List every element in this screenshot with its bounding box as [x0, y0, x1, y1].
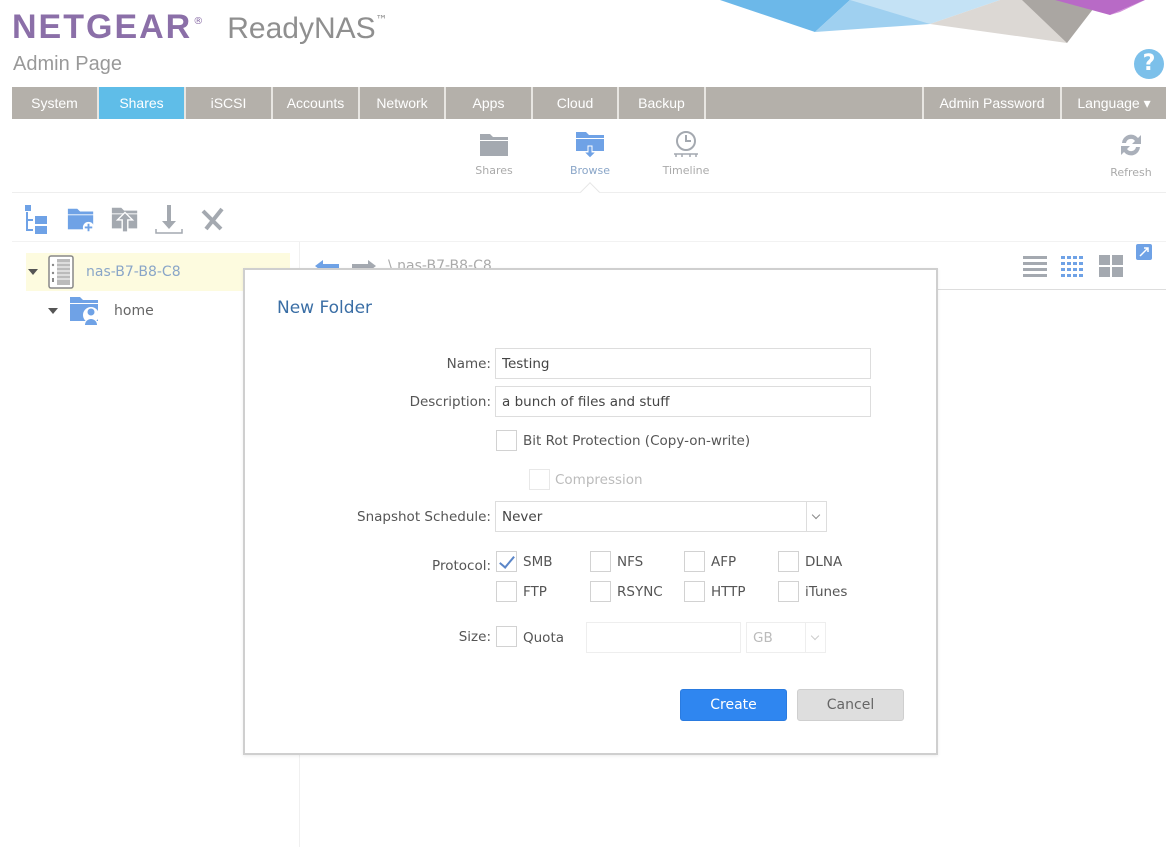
quota-unit-select[interactable]: GB	[746, 622, 826, 653]
tree-node-home[interactable]: home	[48, 294, 154, 328]
new-folder-dialog: New Folder Name: Description: Bit Rot Pr…	[243, 268, 938, 755]
chevron-down-icon	[806, 502, 826, 531]
protocol-afp-checkbox[interactable]	[684, 551, 705, 572]
product-trademark: ™	[375, 13, 388, 27]
protocol-nfs-checkbox[interactable]	[590, 551, 611, 572]
delete-icon	[201, 207, 224, 231]
tree-view-button[interactable]	[22, 203, 52, 235]
upload-button[interactable]	[110, 203, 140, 235]
nav-tab-system[interactable]: System	[12, 87, 99, 119]
browse-folder-icon	[576, 132, 604, 159]
dialog-title: New Folder	[277, 298, 373, 318]
protocol-itunes-checkbox[interactable]	[778, 581, 799, 602]
refresh-button[interactable]: Refresh	[1086, 130, 1170, 179]
protocol-ftp-label: FTP	[523, 584, 547, 600]
protocol-smb-checkbox[interactable]	[496, 551, 517, 572]
quota-size-input[interactable]	[586, 622, 741, 653]
product-name: ReadyNAS	[227, 12, 376, 45]
quota-checkbox[interactable]	[496, 626, 517, 647]
create-button[interactable]: Create	[680, 689, 787, 721]
protocol-dlna-label: DLNA	[805, 554, 843, 570]
brand-registered-mark: ®	[193, 16, 204, 27]
protocol-dlna-checkbox[interactable]	[778, 551, 799, 572]
main-nav: System Shares iSCSI Accounts Network App…	[12, 87, 1166, 119]
home-folder-icon	[70, 297, 99, 325]
protocol-nfs-label: NFS	[617, 554, 644, 570]
protocol-ftp-checkbox[interactable]	[496, 581, 517, 602]
subnav-shares[interactable]: Shares	[449, 130, 539, 177]
protocol-smb-label: SMB	[523, 554, 553, 570]
nav-tab-shares[interactable]: Shares	[99, 87, 186, 119]
expand-window-icon[interactable]	[1136, 244, 1152, 260]
upload-icon	[111, 207, 138, 233]
folder-icon	[480, 134, 508, 156]
list-view-icon[interactable]	[1022, 254, 1048, 278]
new-folder-icon	[67, 208, 95, 234]
protocol-rsync-label: RSYNC	[617, 584, 663, 600]
refresh-icon	[1121, 134, 1141, 156]
bitrot-checkbox[interactable]	[496, 430, 517, 451]
nav-tab-admin-password[interactable]: Admin Password	[924, 87, 1062, 119]
download-button[interactable]	[154, 203, 184, 235]
brand-name: NETGEAR	[12, 8, 193, 46]
brand-logo: NETGEAR ® ReadyNAS ™	[12, 8, 388, 47]
browse-toolbar	[22, 203, 228, 235]
subnav-browse-label: Browse	[569, 164, 611, 177]
active-subnav-pointer	[580, 182, 600, 202]
size-label: Size:	[458, 629, 491, 645]
chevron-down-icon	[805, 623, 825, 652]
tree-view-icon	[25, 205, 47, 234]
compression-label: Compression	[555, 472, 643, 488]
cancel-button[interactable]: Cancel	[797, 689, 904, 721]
tile-view-icon[interactable]	[1098, 254, 1124, 278]
expand-caret-icon[interactable]	[28, 269, 38, 275]
snapshot-schedule-label: Snapshot Schedule:	[357, 509, 491, 525]
nav-tab-network[interactable]: Network	[360, 87, 446, 119]
subnav-shares-label: Shares	[475, 164, 513, 177]
snapshot-schedule-value: Never	[502, 509, 543, 525]
nas-device-icon	[48, 255, 74, 289]
header-decoration	[720, 0, 1145, 43]
new-folder-button[interactable]	[66, 203, 96, 235]
protocol-http-label: HTTP	[711, 584, 746, 600]
description-input[interactable]	[495, 386, 871, 417]
tree-node-label: nas-B7-B8-C8	[86, 264, 181, 280]
nav-tab-accounts[interactable]: Accounts	[273, 87, 360, 119]
protocol-itunes-label: iTunes	[805, 584, 848, 600]
nav-tab-backup[interactable]: Backup	[619, 87, 706, 119]
protocol-label: Protocol:	[432, 558, 491, 574]
nav-tab-language[interactable]: Language ▾	[1062, 87, 1166, 119]
compression-checkbox[interactable]	[529, 469, 550, 490]
protocol-http-checkbox[interactable]	[684, 581, 705, 602]
quota-label: Quota	[523, 630, 565, 646]
refresh-label: Refresh	[1110, 166, 1152, 179]
clock-icon	[674, 131, 698, 157]
view-mode-switcher	[1022, 244, 1152, 278]
description-label: Description:	[409, 394, 491, 410]
expand-caret-icon[interactable]	[48, 308, 58, 314]
subnav-browse[interactable]: Browse	[545, 130, 635, 177]
bitrot-label: Bit Rot Protection (Copy-on-write)	[523, 433, 751, 449]
name-label: Name:	[446, 356, 491, 372]
help-button[interactable]: ?	[1134, 49, 1164, 79]
quota-unit-value: GB	[753, 630, 773, 646]
subnav-timeline-label: Timeline	[662, 164, 710, 177]
delete-button[interactable]	[198, 203, 228, 235]
nav-tab-iscsi[interactable]: iSCSI	[186, 87, 273, 119]
grid-view-icon[interactable]	[1060, 254, 1086, 278]
page-subtitle: Admin Page	[13, 53, 122, 75]
nav-tab-apps[interactable]: Apps	[446, 87, 533, 119]
nav-tab-cloud[interactable]: Cloud	[533, 87, 619, 119]
readynas-admin-page: NETGEAR ® ReadyNAS ™ Admin Page ? System…	[0, 0, 1170, 847]
name-input[interactable]	[495, 348, 871, 379]
protocol-rsync-checkbox[interactable]	[590, 581, 611, 602]
download-icon	[155, 205, 183, 234]
snapshot-schedule-select[interactable]: Never	[495, 501, 827, 532]
nav-spacer	[706, 87, 924, 119]
tree-node-label: home	[114, 303, 154, 319]
subnav-timeline[interactable]: Timeline	[641, 130, 731, 177]
protocol-afp-label: AFP	[711, 554, 737, 570]
